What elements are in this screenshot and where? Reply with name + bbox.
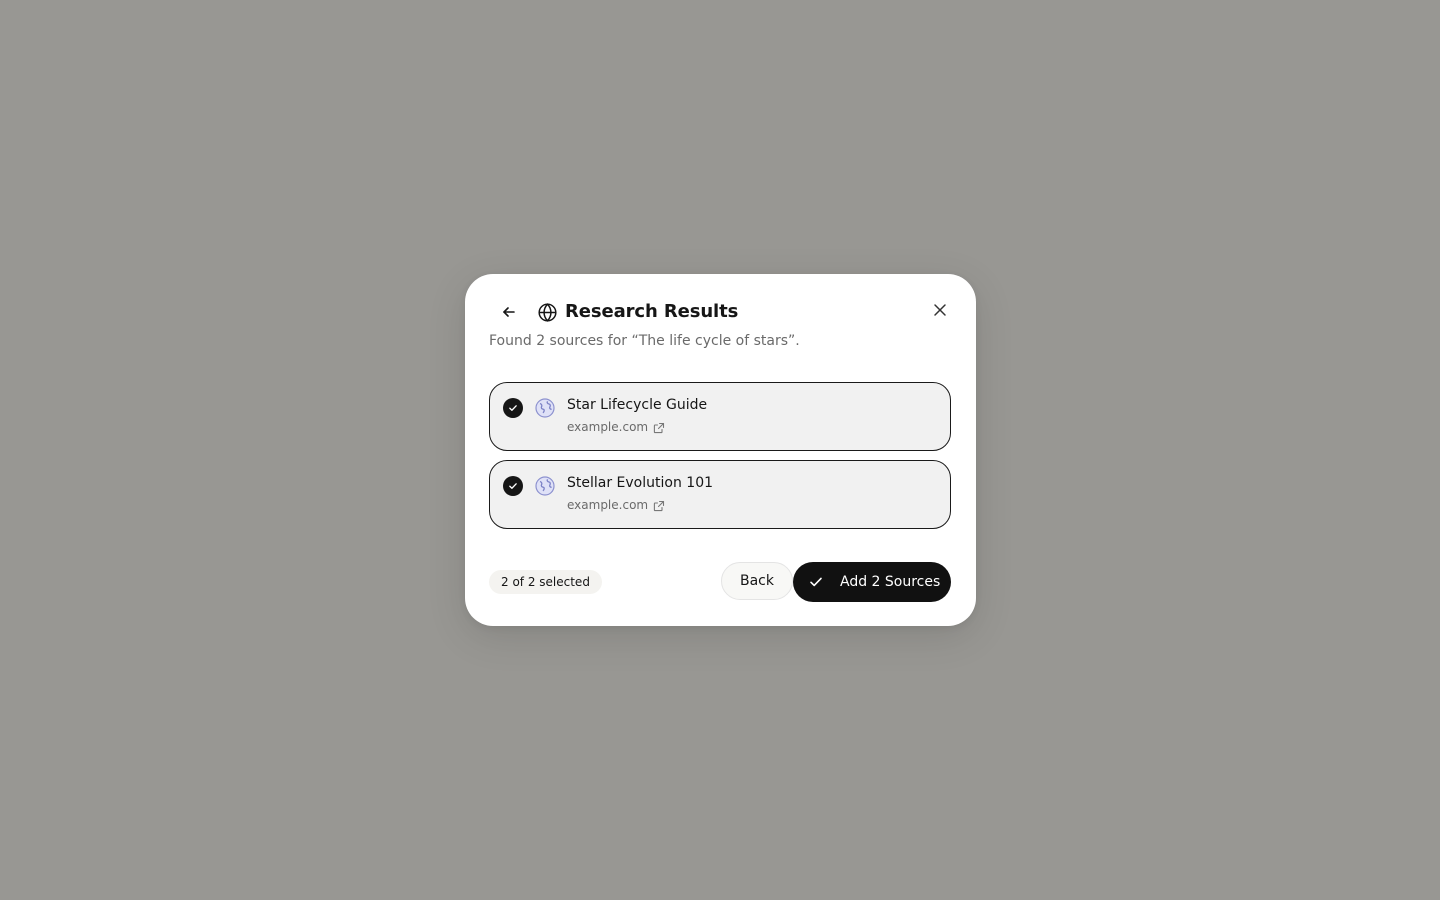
dialog-header: Research Results (489, 298, 952, 326)
close-icon[interactable] (926, 296, 954, 324)
research-results-dialog: Research Results Found 2 sources for “Th… (465, 274, 976, 626)
selection-count-badge: 2 of 2 selected (489, 570, 602, 594)
external-link-icon[interactable] (653, 422, 665, 434)
globe-favicon-icon (535, 398, 555, 418)
globe-icon (535, 300, 559, 324)
source-title: Stellar Evolution 101 (567, 475, 714, 491)
source-domain-text: example.com (567, 498, 649, 512)
check-icon[interactable] (503, 476, 523, 496)
source-domain-text: example.com (567, 420, 649, 434)
external-link-icon[interactable] (653, 500, 665, 512)
back-button[interactable]: Back (721, 562, 793, 600)
source-list: Star Lifecycle Guide example.com Stellar… (489, 382, 951, 538)
dialog-subtitle: Found 2 sources for “The life cycle of s… (489, 333, 800, 349)
source-domain: example.com (567, 497, 665, 514)
source-item[interactable]: Stellar Evolution 101 example.com (489, 460, 951, 529)
check-icon[interactable] (503, 398, 523, 418)
dialog-footer: 2 of 2 selected Back Add 2 Sources (489, 562, 951, 602)
check-icon (808, 574, 824, 590)
source-domain: example.com (567, 419, 665, 436)
source-title: Star Lifecycle Guide (567, 397, 708, 413)
add-sources-label: Add 2 Sources (840, 574, 941, 590)
dialog-title: Research Results (565, 301, 739, 322)
source-item[interactable]: Star Lifecycle Guide example.com (489, 382, 951, 451)
globe-favicon-icon (535, 476, 555, 496)
arrow-left-icon[interactable] (497, 300, 521, 324)
add-sources-button[interactable]: Add 2 Sources (793, 562, 951, 602)
